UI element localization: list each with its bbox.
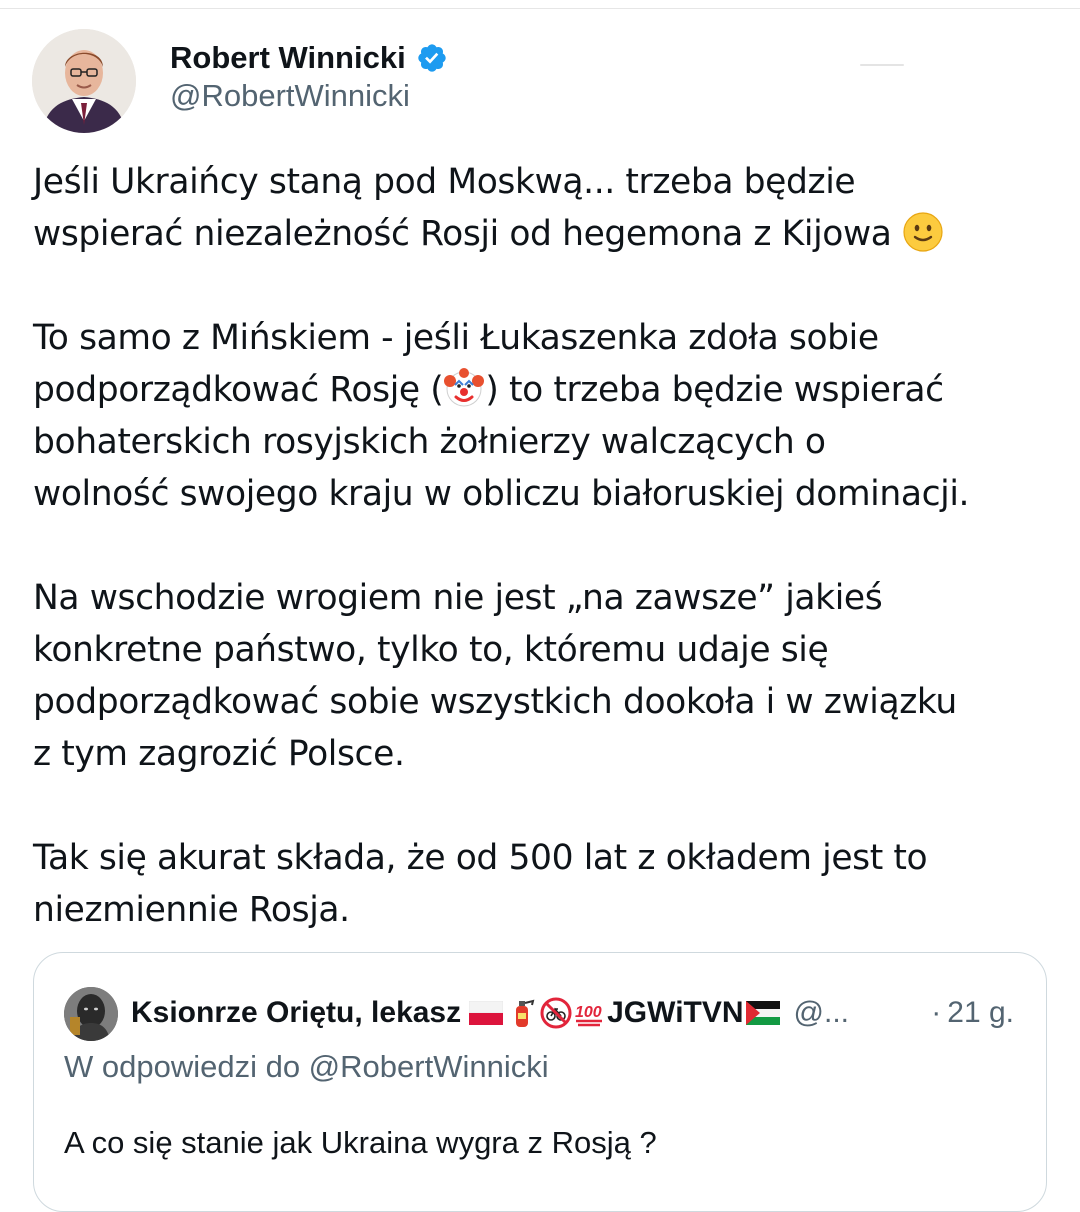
no-bicycles-sign-icon	[540, 997, 572, 1029]
tweet-line: konkretne państwo, tylko to, któremu uda…	[33, 630, 829, 670]
tweet-line: Na wschodzie wrogiem nie jest „na zawsze…	[33, 578, 883, 618]
tweet-line: z tym zagrozić Polsce.	[33, 734, 405, 774]
time-separator: ·	[931, 996, 942, 1029]
more-options-indicator[interactable]	[860, 64, 904, 66]
tweet-paragraph: Tak się akurat składa, że od 500 lat z o…	[33, 832, 1063, 936]
fire-extinguisher-icon	[506, 997, 538, 1029]
tweet-line: bohaterskich rosyjskich żołnierzy walczą…	[33, 422, 826, 462]
quoted-author-name[interactable]: Ksionrze Oriętu, lekasz	[131, 996, 461, 1030]
clown-face-icon	[443, 367, 485, 409]
tweet-line: wolność swojego kraju w obliczu białorus…	[33, 474, 970, 514]
quoted-tweet-timestamp[interactable]: 21 g.	[947, 996, 1014, 1030]
tweet-paragraph: Jeśli Ukraińcy staną pod Moskwą... trzeb…	[33, 156, 1063, 260]
reply-context[interactable]: W odpowiedzi do @RobertWinnicki	[64, 1049, 549, 1085]
author-display-name[interactable]: Robert Winnicki	[170, 40, 406, 76]
quoted-tweet-time[interactable]: · 21 g.	[931, 991, 1014, 1035]
quoted-author-name-suffix[interactable]: JGWiTVN	[607, 996, 743, 1030]
author-handle[interactable]: @RobertWinnicki	[170, 78, 410, 114]
tweet-line: wspierać niezależność Rosji od hegemona …	[33, 208, 1063, 260]
top-divider	[0, 8, 1080, 9]
tweet-line: podporządkować Rosję ( ) to trzeba będzie…	[33, 364, 1063, 416]
tweet-line: To samo z Mińskiem - jeśli Łukaszenka zd…	[33, 318, 879, 358]
tweet-paragraph: Na wschodzie wrogiem nie jest „na zawsze…	[33, 572, 1063, 780]
tweet-line-text: ) to trzeba będzie wspierać	[485, 370, 944, 410]
tweet-line: Jeśli Ukraińcy staną pod Moskwą... trzeb…	[33, 162, 856, 202]
author-name-row[interactable]: Robert Winnicki	[170, 36, 448, 80]
tweet-line: Tak się akurat składa, że od 500 lat z o…	[33, 838, 928, 878]
quoted-author-handle[interactable]: @...	[794, 996, 849, 1030]
tweet-line: podporządkować sobie wszystkich dookoła …	[33, 682, 957, 722]
quoted-author-avatar[interactable]	[64, 987, 118, 1041]
flag-poland-icon	[468, 1000, 504, 1025]
quoted-author-header[interactable]: Ksionrze Oriętu, lekasz 100 JGWiTVN @...	[131, 991, 849, 1035]
tweet-paragraph: To samo z Mińskiem - jeśli Łukaszenka zd…	[33, 312, 1063, 520]
flag-palestine-icon	[745, 1001, 780, 1025]
quoted-tweet-card[interactable]: Ksionrze Oriętu, lekasz 100 JGWiTVN @...…	[33, 952, 1047, 1212]
svg-text:100: 100	[575, 1004, 602, 1021]
author-avatar[interactable]	[32, 29, 136, 133]
hundred-points-icon: 100	[574, 997, 606, 1029]
quoted-avatar-image	[64, 987, 118, 1041]
slightly-smiling-face-icon	[902, 211, 944, 253]
tweet-line: niezmiennie Rosja.	[33, 890, 350, 930]
verified-badge-icon	[416, 42, 448, 74]
avatar-portrait	[32, 29, 136, 133]
tweet-line-text: wspierać niezależność Rosji od hegemona …	[33, 214, 892, 254]
quoted-tweet-text: A co się stanie jak Ukraina wygra z Rosj…	[64, 1125, 657, 1160]
tweet-line-text: podporządkować Rosję (	[33, 370, 444, 410]
tweet-text: Jeśli Ukraińcy staną pod Moskwą... trzeb…	[33, 156, 1063, 988]
